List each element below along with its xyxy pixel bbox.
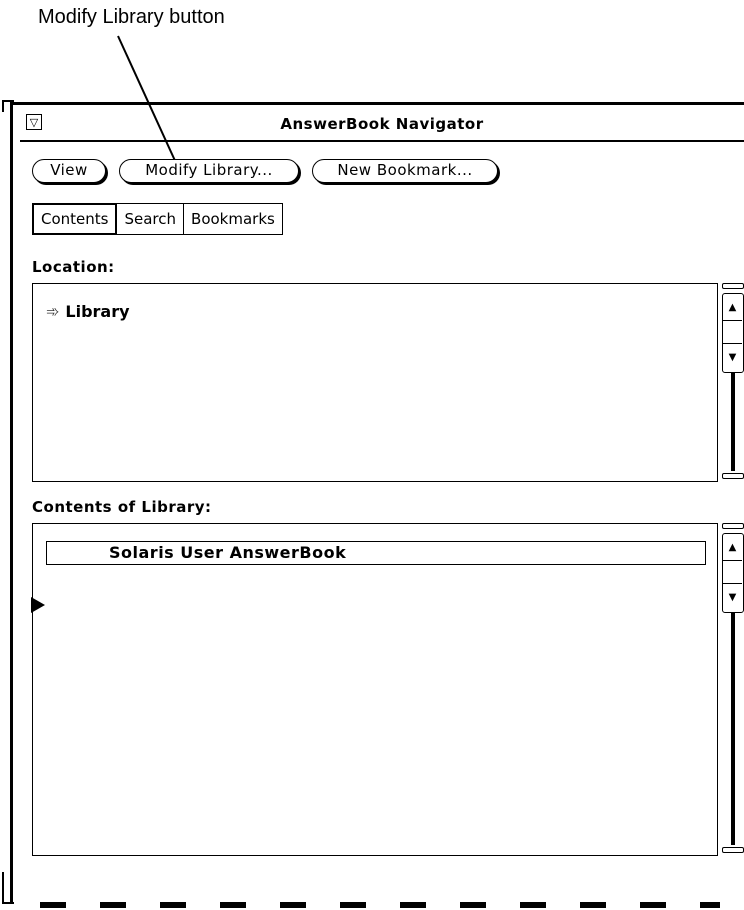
scrollbar-elevator[interactable]: ▲ ▼ [722, 293, 744, 373]
new-bookmark-button[interactable]: New Bookmark... [312, 159, 498, 183]
modify-library-button[interactable]: Modify Library... [119, 159, 299, 183]
window-titlebar: ▽ AnswerBook Navigator [20, 110, 744, 142]
scroll-down-icon[interactable]: ▼ [723, 344, 742, 370]
location-item-library[interactable]: ➾ Library [46, 302, 130, 321]
scroll-down-icon[interactable]: ▼ [723, 584, 742, 610]
location-pane [32, 283, 718, 482]
scrollbar-bottom-cap[interactable] [722, 847, 744, 853]
contents-scrollbar[interactable]: ▲ ▼ [722, 523, 744, 856]
scroll-up-icon[interactable]: ▲ [723, 534, 742, 560]
scrollbar-track[interactable] [731, 613, 735, 845]
tab-contents[interactable]: Contents [32, 203, 118, 235]
window-title: AnswerBook Navigator [280, 115, 484, 133]
arrow-icon: ➾ [46, 302, 60, 321]
list-item[interactable]: Solaris User AnswerBook [46, 541, 706, 565]
location-item-label: Library [65, 302, 130, 321]
location-label: Location: [32, 258, 115, 276]
pointer-icon [31, 597, 45, 613]
contents-label: Contents of Library: [32, 498, 212, 516]
scroll-up-icon[interactable]: ▲ [723, 294, 742, 320]
view-tabs: Contents Search Bookmarks [32, 203, 283, 235]
scrollbar-drag-area[interactable] [723, 320, 742, 344]
scrollbar-elevator[interactable]: ▲ ▼ [722, 533, 744, 613]
scrollbar-track[interactable] [731, 373, 735, 471]
location-scrollbar[interactable]: ▲ ▼ [722, 283, 744, 482]
window-footer-dashes [40, 902, 720, 908]
scrollbar-top-cap[interactable] [722, 523, 744, 529]
callout-label: Modify Library button [38, 6, 225, 28]
screenshot-canvas: Modify Library button ▽ AnswerBook Navig… [0, 0, 744, 910]
tab-search[interactable]: Search [116, 203, 185, 235]
view-button[interactable]: View [32, 159, 106, 183]
scrollbar-drag-area[interactable] [723, 560, 742, 584]
contents-pane [32, 523, 718, 856]
tab-bookmarks[interactable]: Bookmarks [183, 203, 283, 235]
scrollbar-top-cap[interactable] [722, 283, 744, 289]
scrollbar-bottom-cap[interactable] [722, 473, 744, 479]
